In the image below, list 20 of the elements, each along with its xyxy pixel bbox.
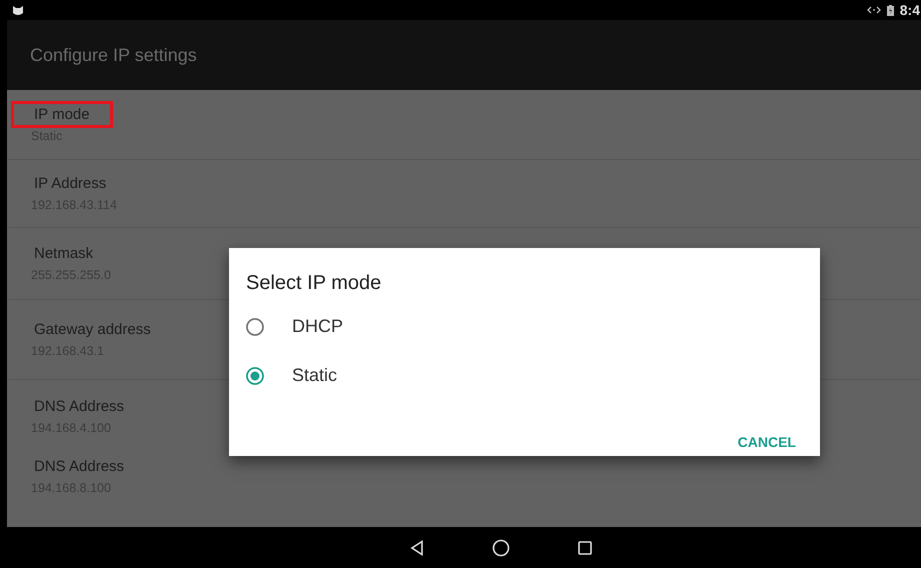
radio-button[interactable]	[246, 318, 264, 336]
setting-title: IP mode	[11, 101, 113, 128]
back-icon[interactable]	[410, 540, 424, 556]
home-icon[interactable]	[492, 538, 510, 556]
dialog-title: Select IP mode	[246, 272, 382, 295]
screen-title: Configure IP settings	[30, 44, 197, 66]
setting-title: DNS Address	[33, 457, 126, 477]
setting-title: Netmask	[33, 244, 94, 264]
battery-icon	[886, 4, 894, 16]
recents-icon[interactable]	[578, 540, 592, 554]
status-time: 8:4	[900, 2, 920, 18]
data-transfer-icon	[866, 6, 881, 14]
radio-button[interactable]	[246, 366, 264, 384]
setting-title: Gateway address	[33, 320, 152, 340]
cancel-button[interactable]: CANCEL	[738, 434, 796, 450]
setting-title: IP Address	[33, 174, 108, 194]
notification-icon	[12, 4, 24, 16]
setting-title: DNS Address	[33, 396, 126, 416]
option-label[interactable]: Static	[292, 365, 338, 386]
option-label[interactable]: DHCP	[292, 316, 344, 337]
